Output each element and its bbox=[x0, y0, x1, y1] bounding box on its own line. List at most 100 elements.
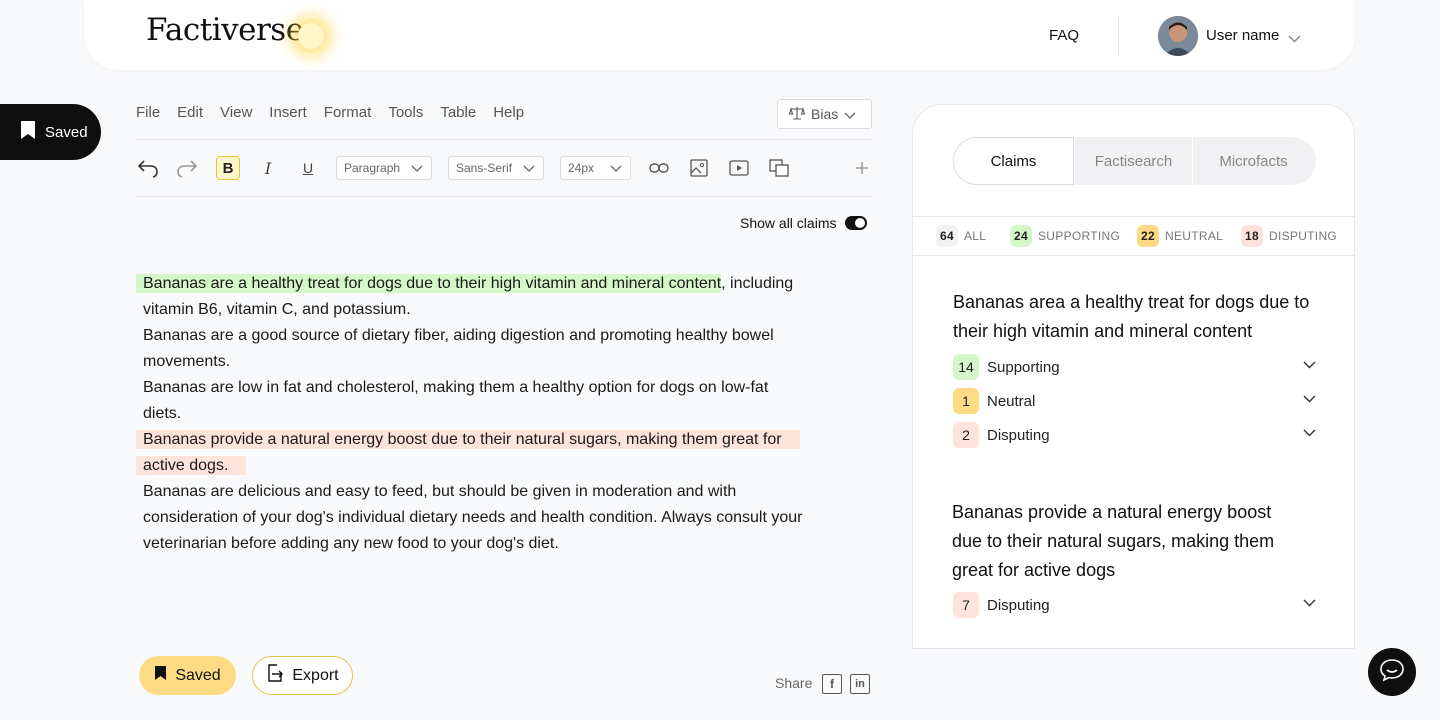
user-name[interactable]: User name bbox=[1206, 27, 1279, 44]
saved-button-label: Saved bbox=[175, 666, 221, 684]
header-divider bbox=[1118, 16, 1119, 56]
paragraph: Bananas are delicious and easy to feed, … bbox=[143, 483, 803, 552]
divider bbox=[136, 139, 872, 140]
filter-count: 18 bbox=[1241, 225, 1263, 247]
chevron-down-icon bbox=[411, 165, 423, 172]
block-style-value: Paragraph bbox=[344, 161, 401, 175]
paragraph: Bananas are a healthy treat for dogs due… bbox=[136, 271, 806, 323]
saved-side-label: Saved bbox=[45, 123, 88, 141]
show-all-claims-label: Show all claims bbox=[740, 215, 837, 231]
claim-title: Bananas area a healthy treat for dogs du… bbox=[953, 292, 1310, 341]
chevron-down-icon[interactable] bbox=[1303, 599, 1316, 607]
block-style-select[interactable]: Paragraph bbox=[336, 156, 432, 180]
menu-help[interactable]: Help bbox=[493, 104, 524, 121]
tab-microfacts[interactable]: Microfacts bbox=[1192, 137, 1314, 185]
facebook-icon[interactable]: f bbox=[822, 674, 842, 694]
evidence-label: Supporting bbox=[987, 358, 1060, 376]
evidence-label: Disputing bbox=[987, 596, 1050, 614]
menu-bar: File Edit View Insert Format Tools Table… bbox=[136, 104, 524, 121]
divider bbox=[136, 196, 872, 197]
evidence-count: 14 bbox=[953, 354, 979, 380]
menu-view[interactable]: View bbox=[220, 104, 252, 121]
claim-evidence-row[interactable]: 1 Neutral bbox=[953, 388, 1316, 414]
font-size-value: 24px bbox=[568, 161, 595, 175]
filter-disputing[interactable]: 18 DISPUTING bbox=[1241, 225, 1337, 247]
bias-label: Bias bbox=[811, 106, 839, 122]
filter-label: DISPUTING bbox=[1269, 229, 1338, 243]
bias-dropdown[interactable]: Bias bbox=[777, 99, 872, 129]
chevron-down-icon[interactable] bbox=[1303, 395, 1316, 403]
faq-link[interactable]: FAQ bbox=[1049, 27, 1079, 44]
embed-icon[interactable] bbox=[766, 155, 792, 181]
italic-button[interactable]: I bbox=[255, 155, 281, 181]
filter-label: ALL bbox=[964, 229, 987, 243]
paragraph: Bananas are low in fat and cholesterol, … bbox=[143, 379, 769, 422]
menu-file[interactable]: File bbox=[136, 104, 160, 121]
tab-claims[interactable]: Claims bbox=[953, 137, 1074, 185]
link-icon[interactable] bbox=[646, 155, 672, 181]
claim-evidence-row[interactable]: 7 Disputing bbox=[953, 592, 1316, 618]
supporting-claim-highlight[interactable]: Bananas are a healthy treat for dogs due… bbox=[136, 274, 722, 293]
image-icon[interactable] bbox=[686, 155, 712, 181]
saved-button[interactable]: Saved bbox=[139, 656, 236, 695]
bookmark-icon bbox=[154, 665, 167, 686]
chat-button[interactable] bbox=[1368, 648, 1416, 696]
filter-supporting[interactable]: 24 SUPPORTING bbox=[1010, 225, 1120, 247]
menu-insert[interactable]: Insert bbox=[269, 104, 307, 121]
filter-count: 64 bbox=[936, 225, 958, 247]
export-button[interactable]: Export bbox=[252, 656, 353, 695]
panel-tabs: Claims Factisearch Microfacts bbox=[953, 137, 1316, 185]
bold-button[interactable]: B bbox=[216, 156, 240, 180]
filter-all[interactable]: 64 ALL bbox=[936, 225, 986, 247]
evidence-label: Disputing bbox=[987, 426, 1050, 444]
chat-icon bbox=[1379, 658, 1405, 687]
font-family-select[interactable]: Sans-Serif bbox=[448, 156, 544, 180]
menu-tools[interactable]: Tools bbox=[388, 104, 423, 121]
video-icon[interactable] bbox=[726, 155, 752, 181]
undo-icon[interactable] bbox=[135, 155, 161, 181]
show-all-claims-toggle[interactable] bbox=[845, 216, 867, 230]
tab-factisearch[interactable]: Factisearch bbox=[1074, 137, 1192, 185]
saved-side-tab[interactable]: Saved bbox=[0, 104, 101, 160]
paragraph: Bananas are a good source of dietary fib… bbox=[143, 327, 774, 370]
claim-evidence-row[interactable]: 14 Supporting bbox=[953, 354, 1316, 380]
plus-icon[interactable] bbox=[849, 155, 875, 181]
chevron-down-icon[interactable] bbox=[1303, 429, 1316, 437]
evidence-count: 2 bbox=[953, 422, 979, 448]
disputing-claim-highlight[interactable]: Bananas provide a natural energy boost d… bbox=[136, 430, 800, 475]
scale-icon bbox=[788, 106, 806, 123]
filter-count: 22 bbox=[1137, 225, 1159, 247]
claims-panel: Claims Factisearch Microfacts 64 ALL 24 … bbox=[912, 104, 1355, 649]
divider bbox=[913, 216, 1354, 217]
linkedin-icon[interactable]: in bbox=[850, 674, 870, 694]
chevron-down-icon bbox=[523, 165, 535, 172]
chevron-down-icon bbox=[610, 165, 622, 172]
menu-edit[interactable]: Edit bbox=[177, 104, 203, 121]
menu-format[interactable]: Format bbox=[324, 104, 372, 121]
filter-neutral[interactable]: 22 NEUTRAL bbox=[1137, 225, 1223, 247]
evidence-count: 1 bbox=[953, 388, 979, 414]
evidence-label: Neutral bbox=[987, 392, 1036, 410]
document-body[interactable]: Bananas are a healthy treat for dogs due… bbox=[136, 271, 806, 557]
claim-title: Bananas provide a natural energy boost d… bbox=[952, 502, 1275, 580]
chevron-down-icon bbox=[844, 106, 856, 122]
filter-label: SUPPORTING bbox=[1038, 229, 1121, 243]
claim-evidence-row[interactable]: 2 Disputing bbox=[953, 422, 1316, 448]
top-header: Factiverse FAQ User name bbox=[84, 0, 1355, 70]
logo[interactable]: Factiverse bbox=[146, 12, 304, 48]
share-label: Share bbox=[775, 675, 813, 691]
font-size-select[interactable]: 24px bbox=[560, 156, 631, 180]
avatar[interactable] bbox=[1158, 16, 1198, 56]
chevron-down-icon[interactable] bbox=[1303, 361, 1316, 369]
filter-label: NEUTRAL bbox=[1165, 229, 1224, 243]
evidence-count: 7 bbox=[953, 592, 979, 618]
menu-table[interactable]: Table bbox=[440, 104, 476, 121]
underline-button[interactable]: U bbox=[295, 155, 321, 181]
bookmark-icon bbox=[20, 120, 36, 144]
export-button-label: Export bbox=[292, 666, 339, 684]
chevron-down-icon[interactable] bbox=[1288, 30, 1301, 48]
divider bbox=[913, 255, 1354, 256]
logo-sun-icon bbox=[298, 23, 324, 49]
redo-icon[interactable] bbox=[174, 155, 200, 181]
paragraph: Bananas provide a natural energy boost d… bbox=[136, 427, 806, 479]
